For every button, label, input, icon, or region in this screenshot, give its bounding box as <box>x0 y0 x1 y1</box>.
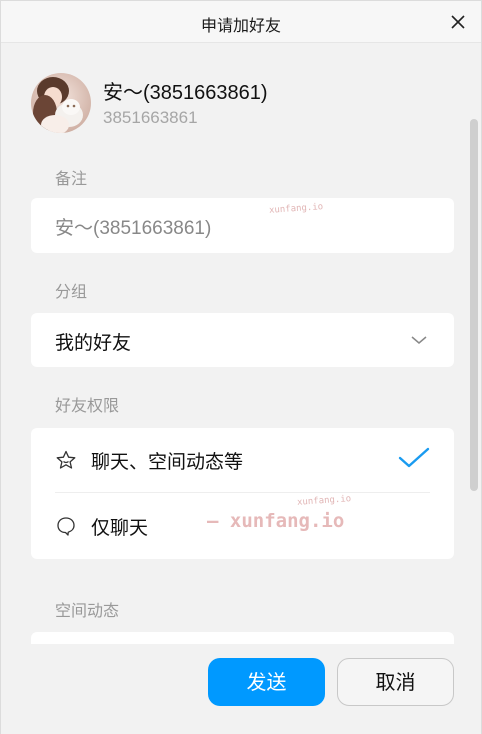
scrollbar[interactable] <box>469 119 479 535</box>
space-card[interactable] <box>31 632 454 644</box>
chat-bubble-icon <box>57 517 75 536</box>
footer: 发送 取消 <box>1 644 481 734</box>
remark-field[interactable]: 安～(3851663861) <box>31 198 454 253</box>
scrollbar-thumb[interactable] <box>470 119 478 491</box>
profile-qq-number: 3851663861 <box>103 108 198 127</box>
permission-option-chat-and-space[interactable]: 聊天、空间动态等 <box>31 428 454 492</box>
close-button[interactable] <box>447 11 469 33</box>
permission-option-label: 仅聊天 <box>91 517 149 539</box>
dialog-title: 申请加好友 <box>200 16 281 35</box>
group-select[interactable]: 我的好友 <box>31 313 454 367</box>
title-bar: 申请加好友 <box>1 1 481 43</box>
avatar <box>31 73 91 133</box>
send-button[interactable]: 发送 <box>208 658 325 706</box>
divider <box>55 492 430 493</box>
remark-label: 备注 <box>55 169 88 188</box>
chevron-down-icon <box>411 336 427 344</box>
dialog-content[interactable]: 安～(3851663861) 3851663861 备注 安～(38516638… <box>1 44 481 644</box>
remark-value: 安～(3851663861) <box>55 218 212 239</box>
space-label: 空间动态 <box>55 601 120 620</box>
close-icon <box>451 15 465 29</box>
permissions-label: 好友权限 <box>55 396 120 415</box>
permission-option-label: 聊天、空间动态等 <box>91 451 244 473</box>
star-icon <box>56 450 76 469</box>
add-friend-dialog: 申请加好友 安～(3851663861) 3851663861 备注 安～(38… <box>0 0 482 734</box>
group-selected-value: 我的好友 <box>55 332 132 354</box>
cancel-button[interactable]: 取消 <box>337 658 454 706</box>
profile-nickname: 安～(3851663861) <box>103 82 268 104</box>
permission-option-chat-only[interactable]: 仅聊天 <box>31 494 454 558</box>
group-label: 分组 <box>55 282 88 301</box>
checkmark-icon <box>398 447 430 468</box>
permissions-card: 聊天、空间动态等 仅聊天 <box>31 428 454 559</box>
